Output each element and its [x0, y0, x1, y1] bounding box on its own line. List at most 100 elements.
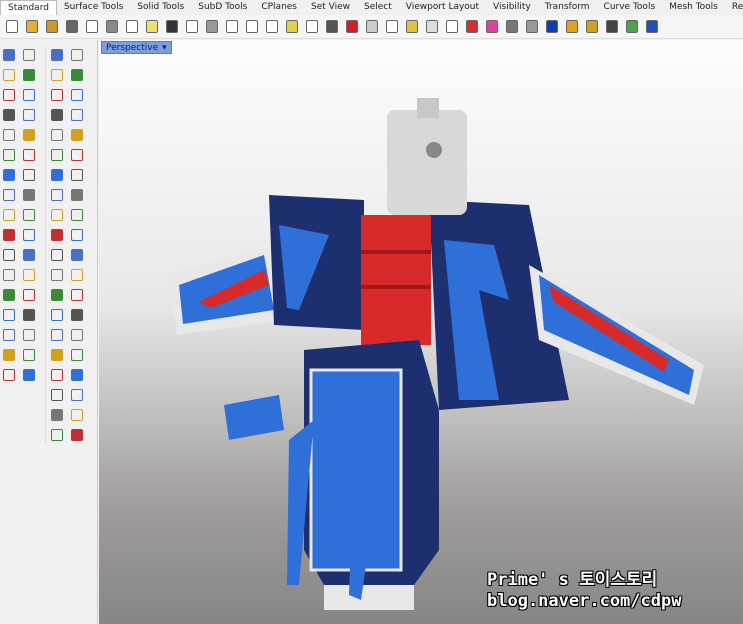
tab-surface-tools[interactable]: Surface Tools — [57, 0, 130, 15]
tab-curve-tools[interactable]: Curve Tools — [597, 0, 663, 15]
tab-mesh-tools[interactable]: Mesh Tools — [662, 0, 725, 15]
copy-button[interactable] — [123, 18, 141, 36]
rebuild-tool[interactable] — [68, 346, 86, 363]
deg-tool[interactable] — [68, 266, 86, 283]
pgm-tool[interactable] — [48, 286, 66, 303]
cut-button[interactable] — [103, 18, 121, 36]
bend-tool[interactable] — [68, 306, 86, 323]
ungroup-tool[interactable] — [20, 286, 38, 303]
scale-tool[interactable] — [68, 226, 86, 243]
smash-tool[interactable] — [48, 386, 66, 403]
arc-tool[interactable] — [0, 106, 18, 123]
car-button[interactable] — [343, 18, 361, 36]
tab-subd-tools[interactable]: SubD Tools — [191, 0, 254, 15]
tee-tool[interactable] — [68, 66, 86, 83]
light-bulb-button[interactable] — [423, 18, 441, 36]
split-tool[interactable] — [0, 246, 18, 263]
trim-tool[interactable] — [0, 266, 18, 283]
revolve-tool[interactable] — [48, 146, 66, 163]
project-tool[interactable] — [48, 406, 66, 423]
viewport-menu-icon[interactable]: ▾ — [162, 43, 167, 53]
rotate-tool[interactable] — [48, 226, 66, 243]
tab-transform[interactable]: Transform — [538, 0, 597, 15]
mesh-tool[interactable] — [20, 186, 38, 203]
control-points-tool[interactable] — [48, 346, 66, 363]
undo-view-button[interactable] — [303, 18, 321, 36]
zoom-window-button[interactable] — [243, 18, 261, 36]
undo-button[interactable] — [163, 18, 181, 36]
tab-viewport-layout[interactable]: Viewport Layout — [399, 0, 486, 15]
polygon-tool[interactable] — [0, 126, 18, 143]
rectangle-tool[interactable] — [20, 106, 38, 123]
interp-curve-tool[interactable] — [48, 106, 66, 123]
array-tool[interactable] — [20, 306, 38, 323]
tab-solid-tools[interactable]: Solid Tools — [130, 0, 191, 15]
circle-tool[interactable] — [0, 86, 18, 103]
boolean-tool[interactable] — [0, 206, 18, 223]
tab-set-view[interactable]: Set View — [304, 0, 357, 15]
blend-tool[interactable] — [68, 46, 86, 63]
sphere-tool[interactable] — [20, 166, 38, 183]
view-capture-tool[interactable] — [68, 426, 86, 443]
save-button[interactable] — [43, 18, 61, 36]
show-tool[interactable] — [48, 186, 66, 203]
group-tool[interactable] — [0, 286, 18, 303]
settings-gear-button[interactable] — [583, 18, 601, 36]
mirror-tool[interactable] — [48, 246, 66, 263]
check-tool[interactable] — [0, 346, 18, 363]
flow-tool[interactable] — [68, 326, 86, 343]
join-tool[interactable] — [20, 246, 38, 263]
surface-tool[interactable] — [0, 146, 18, 163]
box-tool[interactable] — [0, 166, 18, 183]
render-sphere-button[interactable] — [543, 18, 561, 36]
zoom-button[interactable] — [223, 18, 241, 36]
arc-center-tool[interactable] — [20, 126, 38, 143]
curve-from-tool[interactable] — [48, 426, 66, 443]
text-tool[interactable] — [20, 366, 38, 383]
layer-tool[interactable] — [0, 326, 18, 343]
patch-tool[interactable] — [20, 146, 38, 163]
explode-tool[interactable] — [20, 206, 38, 223]
print-button[interactable] — [63, 18, 81, 36]
color-wheel-button[interactable] — [483, 18, 501, 36]
globe-button[interactable] — [623, 18, 641, 36]
cylinder-tool[interactable] — [0, 186, 18, 203]
lock-obj-tool[interactable] — [68, 186, 86, 203]
network-tool[interactable] — [68, 146, 86, 163]
point-tool[interactable] — [20, 46, 38, 63]
line-tool[interactable] — [48, 66, 66, 83]
group-button[interactable] — [603, 18, 621, 36]
polyline-tool[interactable] — [0, 66, 18, 83]
pointer-button[interactable] — [563, 18, 581, 36]
tab-standard[interactable]: Standard — [0, 0, 57, 15]
tab-cplanes[interactable]: CPlanes — [254, 0, 304, 15]
new-file-button[interactable] — [3, 18, 21, 36]
tab-select[interactable]: Select — [357, 0, 399, 15]
edit-points-tool[interactable] — [48, 166, 66, 183]
properties-button[interactable] — [83, 18, 101, 36]
offset-tool[interactable] — [20, 226, 38, 243]
point-snap-button[interactable] — [383, 18, 401, 36]
perspective-viewport[interactable]: Perspective ▾ Prime' s 토이스토리 blog.naver.c… — [99, 40, 743, 624]
zoom-selected-button[interactable] — [283, 18, 301, 36]
grid-tool[interactable] — [20, 326, 38, 343]
viewport-label-tab[interactable]: Perspective ▾ — [101, 41, 172, 54]
select-arrow-tool[interactable] — [0, 46, 18, 63]
unroll-tool[interactable] — [68, 386, 86, 403]
sweep-two-tool[interactable] — [48, 126, 66, 143]
section-tool[interactable] — [68, 366, 86, 383]
fillet-tool[interactable] — [20, 266, 38, 283]
layer-button[interactable] — [463, 18, 481, 36]
analyze-tool[interactable] — [20, 346, 38, 363]
dimension-tool[interactable] — [0, 366, 18, 383]
taper-tool[interactable] — [48, 326, 66, 343]
loft-tool[interactable] — [68, 126, 86, 143]
gumball-button[interactable] — [403, 18, 421, 36]
ellipse-tool[interactable] — [20, 86, 38, 103]
sweep-tool[interactable] — [68, 106, 86, 123]
extrude-tool[interactable] — [0, 226, 18, 243]
zoom-extents-button[interactable] — [263, 18, 281, 36]
tab-render-tools[interactable]: Render Tools — [725, 0, 743, 15]
orient-tool[interactable] — [68, 246, 86, 263]
contour-tool[interactable] — [48, 366, 66, 383]
